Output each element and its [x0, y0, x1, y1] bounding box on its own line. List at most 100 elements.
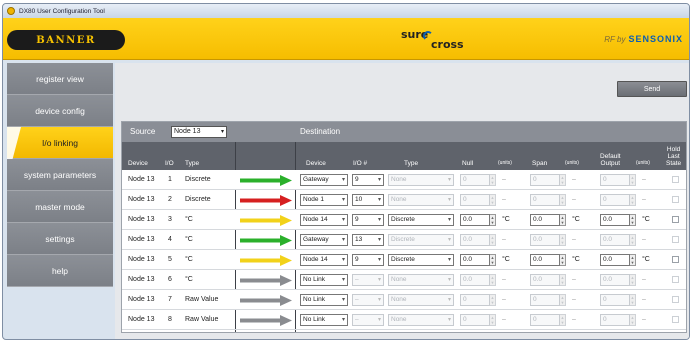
default-output-spinner[interactable]: ▲ ▼ — [630, 274, 636, 286]
default-output-input[interactable]: 0 — [600, 194, 630, 206]
default-output-spinner[interactable]: ▲ ▼ — [630, 314, 636, 326]
hold-last-state-checkbox[interactable] — [672, 256, 679, 263]
hold-last-state-checkbox[interactable] — [672, 236, 679, 243]
span-spinner[interactable]: ▲ ▼ — [560, 254, 566, 266]
default-output-input[interactable]: 0.0 — [600, 274, 630, 286]
dest-type-select[interactable]: Discrete — [388, 214, 454, 226]
null-spinner[interactable]: ▲ ▼ — [490, 214, 496, 226]
span-spinner[interactable]: ▲ ▼ — [560, 314, 566, 326]
sidebar-item-i-o-linking[interactable]: I/o linking — [7, 127, 113, 159]
io-number-select[interactable]: 9 — [352, 174, 384, 186]
dest-type-select[interactable]: None — [388, 274, 454, 286]
null-spinner[interactable]: ▲ ▼ — [490, 194, 496, 206]
null-input[interactable]: 0 — [460, 294, 490, 306]
destination-label: Destination — [300, 127, 341, 136]
null-input[interactable]: 0 — [460, 194, 490, 206]
sidebar-item-settings[interactable]: settings — [7, 223, 113, 255]
null-spinner[interactable]: ▲ ▼ — [490, 234, 496, 246]
default-output-value: 0.0 — [603, 276, 613, 283]
io-number-value: 10 — [355, 196, 363, 203]
dest-type-select[interactable]: Discrete — [388, 234, 454, 246]
dest-device-select[interactable]: Node 1 — [300, 194, 348, 206]
default-output-input[interactable]: 0.0 — [600, 214, 630, 226]
dest-device-select[interactable]: Gateway — [300, 234, 348, 246]
hold-last-state-checkbox[interactable] — [672, 216, 679, 223]
default-output-input[interactable]: 0.0 — [600, 234, 630, 246]
default-output-input[interactable]: 0 — [600, 294, 630, 306]
default-output-input[interactable]: 0 — [600, 314, 630, 326]
span-spinner[interactable]: ▲ ▼ — [560, 234, 566, 246]
dest-type-select[interactable]: None — [388, 314, 454, 326]
span-spinner[interactable]: ▲ ▼ — [560, 194, 566, 206]
dest-device-select[interactable]: No Link — [300, 274, 348, 286]
null-input[interactable]: 0 — [460, 174, 490, 186]
default-output-input[interactable]: 0 — [600, 174, 630, 186]
io-number-select[interactable]: – — [352, 314, 384, 326]
sidebar-item-label: register view — [36, 73, 84, 84]
span-spinner[interactable]: ▲ ▼ — [560, 174, 566, 186]
span-input[interactable]: 0 — [530, 314, 560, 326]
io-number-select[interactable]: – — [352, 274, 384, 286]
sidebar-item-system-parameters[interactable]: system parameters — [7, 159, 113, 191]
link-arrow-icon — [240, 195, 292, 206]
dest-type-select[interactable]: None — [388, 294, 454, 306]
dest-type-select[interactable]: Discrete — [388, 254, 454, 266]
default-output-spinner[interactable]: ▲ ▼ — [630, 234, 636, 246]
sidebar-item-help[interactable]: help — [7, 255, 113, 287]
send-button[interactable]: Send — [617, 81, 687, 97]
dest-type-select[interactable]: None — [388, 194, 454, 206]
span-input[interactable]: 0 — [530, 194, 560, 206]
default-output-spinner[interactable]: ▲ ▼ — [630, 174, 636, 186]
null-spinner[interactable]: ▲ ▼ — [490, 314, 496, 326]
span-input[interactable]: 0.0 — [530, 234, 560, 246]
col-io-num: I/O # — [353, 160, 368, 167]
hold-last-state-checkbox[interactable] — [672, 316, 679, 323]
io-number-select[interactable]: 9 — [352, 214, 384, 226]
null-spinner[interactable]: ▲ ▼ — [490, 274, 496, 286]
null-input[interactable]: 0.0 — [460, 234, 490, 246]
dest-type-select[interactable]: None — [388, 174, 454, 186]
default-output-spinner[interactable]: ▲ ▼ — [630, 214, 636, 226]
span-input[interactable]: 0 — [530, 294, 560, 306]
sidebar-item-master-mode[interactable]: master mode — [7, 191, 113, 223]
null-input[interactable]: 0.0 — [460, 214, 490, 226]
io-number-select[interactable]: 13 — [352, 234, 384, 246]
hold-last-state-checkbox[interactable] — [672, 296, 679, 303]
default-output-unit: °C — [642, 256, 650, 263]
default-output-spinner[interactable]: ▲ ▼ — [630, 294, 636, 306]
io-number-select[interactable]: 10 — [352, 194, 384, 206]
io-number-select[interactable]: 9 — [352, 254, 384, 266]
null-spinner[interactable]: ▲ ▼ — [490, 254, 496, 266]
dest-device-select[interactable]: No Link — [300, 294, 348, 306]
span-input[interactable]: 0.0 — [530, 254, 560, 266]
null-value: 0.0 — [463, 236, 473, 243]
default-output-spinner[interactable]: ▲ ▼ — [630, 254, 636, 266]
null-input[interactable]: 0 — [460, 314, 490, 326]
hold-last-state-checkbox[interactable] — [672, 196, 679, 203]
sidebar-item-register-view[interactable]: register view — [7, 63, 113, 95]
sidebar-item-device-config[interactable]: device config — [7, 95, 113, 127]
io-number-value: 9 — [355, 176, 359, 183]
default-output-input[interactable]: 0.0 — [600, 254, 630, 266]
span-spinner[interactable]: ▲ ▼ — [560, 274, 566, 286]
dest-device-select[interactable]: No Link — [300, 314, 348, 326]
dest-device-select[interactable]: Node 14 — [300, 254, 348, 266]
dest-device-select[interactable]: Node 14 — [300, 214, 348, 226]
span-spinner[interactable]: ▲ ▼ — [560, 214, 566, 226]
default-output-spinner[interactable]: ▲ ▼ — [630, 194, 636, 206]
null-input[interactable]: 0.0 — [460, 254, 490, 266]
null-input[interactable]: 0.0 — [460, 274, 490, 286]
hold-last-state-checkbox[interactable] — [672, 276, 679, 283]
source-label: Source — [130, 127, 156, 136]
dest-device-select[interactable]: Gateway — [300, 174, 348, 186]
span-spinner[interactable]: ▲ ▼ — [560, 294, 566, 306]
io-number-select[interactable]: – — [352, 294, 384, 306]
null-spinner[interactable]: ▲ ▼ — [490, 174, 496, 186]
span-input[interactable]: 0.0 — [530, 214, 560, 226]
hold-last-state-checkbox[interactable] — [672, 176, 679, 183]
null-spinner[interactable]: ▲ ▼ — [490, 294, 496, 306]
span-input[interactable]: 0.0 — [530, 274, 560, 286]
source-select[interactable]: Node 13 ▾ — [171, 126, 227, 138]
rf-by-logo: RF by SENSONIX — [604, 34, 683, 44]
span-input[interactable]: 0 — [530, 174, 560, 186]
